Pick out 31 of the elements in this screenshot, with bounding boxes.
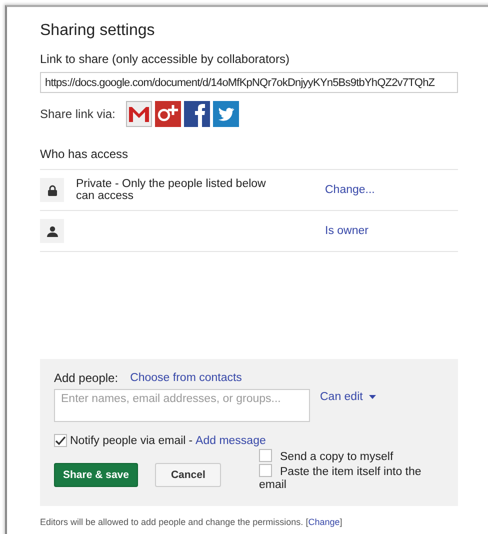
- permission-dropdown[interactable]: Can edit: [320, 391, 376, 403]
- contacts-link[interactable]: Choose from contacts: [130, 372, 242, 384]
- add-message-link[interactable]: Add message: [196, 434, 266, 446]
- link-field[interactable]: https://docs.google.com/document/d/14oMfKpNQr7okDnjyyKYn5Bs9tbYhQZ2v7TQhZ: [40, 72, 458, 93]
- mail-icon[interactable]: [126, 101, 152, 127]
- share-via-label: Share link via:: [40, 107, 116, 121]
- separator-text: -: [188, 434, 193, 446]
- access-description: Private - Only the people listed below can access: [76, 178, 267, 202]
- email-option[interactable]: Paste the item itself into the email: [259, 464, 424, 492]
- bird-icon[interactable]: [213, 101, 240, 127]
- cancel-button[interactable]: Cancel: [154, 463, 222, 487]
- caret-icon: [368, 395, 376, 399]
- access-action-link[interactable]: Change...: [325, 184, 375, 196]
- lock-icon: [40, 178, 64, 202]
- access-action-link[interactable]: Is owner: [325, 225, 368, 237]
- option-checkbox[interactable]: [259, 449, 272, 462]
- access-heading: Who has access: [40, 147, 458, 170]
- link-label: Link to share (only accessible by collaborators): [40, 52, 290, 66]
- people-field[interactable]: Enter names, email addresses, or groups...: [54, 389, 310, 422]
- email-option[interactable]: Send a copy to myself: [259, 449, 424, 464]
- letter-f-icon[interactable]: [184, 101, 210, 127]
- notify-checkbox[interactable]: [54, 434, 67, 447]
- option-checkbox[interactable]: [259, 464, 272, 477]
- change-link[interactable]: Change: [308, 517, 340, 527]
- notify-label: Notify people via email: [70, 434, 186, 446]
- person-icon: [40, 219, 64, 243]
- dialog-title: Sharing settings: [40, 22, 156, 40]
- add-people-label: Add people:: [54, 371, 118, 385]
- permissions-note: Editors will be allowed to add people and change the permissions. [Change]: [40, 517, 344, 527]
- plus-icon[interactable]: [155, 101, 182, 127]
- share-save-button[interactable]: Share & save: [54, 463, 138, 487]
